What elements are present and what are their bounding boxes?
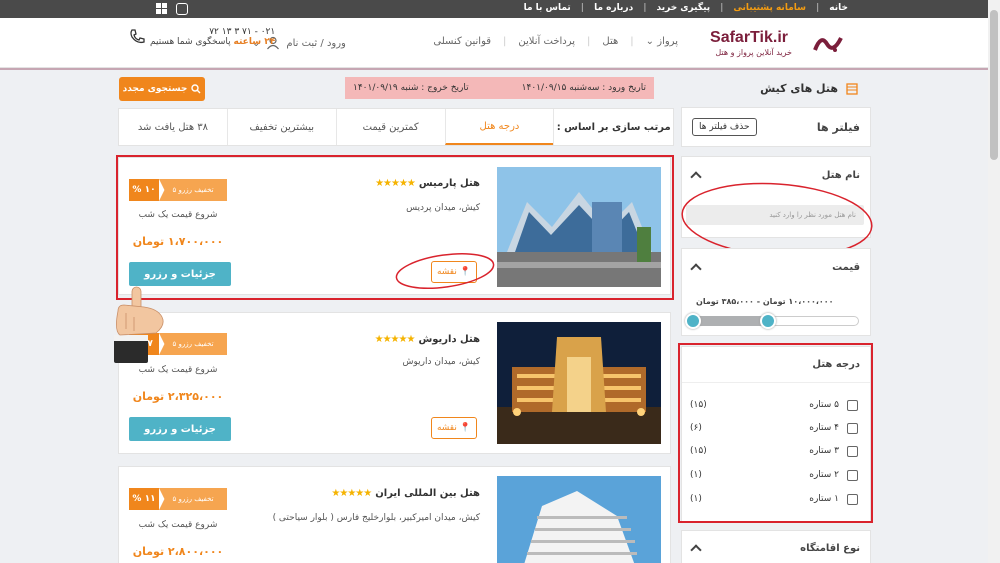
divider: | <box>587 36 591 47</box>
support-text: پاسخگوی شما هستیم <box>150 37 231 47</box>
hotel-photo[interactable] <box>497 322 661 444</box>
brand-subtitle: خرید آنلاین پرواز و هتل <box>715 48 792 57</box>
pointing-hand-icon <box>114 286 164 363</box>
page-title: هتل های کیش <box>760 82 858 95</box>
main-nav: پرواز ⌄ | هتل | پرداخت آنلاین | قوانین ک… <box>433 36 678 47</box>
research-button[interactable]: جستجوی مجدد <box>119 77 205 101</box>
top-link-contact[interactable]: تماس با ما <box>524 3 571 13</box>
checkin-date: تاریخ ورود : سه‌شنبه ۱۴۰۱/۰۹/۱۵ <box>521 83 646 93</box>
page-title-text: هتل های کیش <box>760 82 838 95</box>
windows-icon[interactable] <box>156 3 168 15</box>
nav-hotel[interactable]: هتل <box>602 36 618 47</box>
brand-title[interactable]: SafarTik.ir <box>710 29 788 47</box>
divider: | <box>580 3 585 13</box>
top-link-about[interactable]: درباره ما <box>594 3 633 13</box>
search-icon <box>191 84 201 94</box>
research-label: جستجوی مجدد <box>122 84 188 94</box>
hotel-price: ۲،۸۰۰،۰۰۰ تومان <box>132 545 224 558</box>
sort-label: مرتب سازی بر اساس : <box>553 109 673 145</box>
price-slider-handle-max[interactable] <box>760 313 776 329</box>
star-rating: ★★★★★ <box>331 488 372 499</box>
hotel-name[interactable]: هتل داریوش <box>418 334 480 345</box>
price-from-label: شروع قیمت یک شب <box>138 365 218 375</box>
clear-filters-button[interactable]: حذف فیلتر ها <box>692 118 757 136</box>
highlight-box-star-filter <box>678 343 873 523</box>
hand-drawn-circle-annotation <box>395 253 495 289</box>
hotel-card: هتل داریوش ★★★★★ کیش، میدان داریوش 📍 نقشه… <box>118 312 671 454</box>
chevron-up-icon[interactable] <box>690 263 702 275</box>
hotel-title[interactable]: هتل بین المللی ایران ★★★★★ <box>331 488 480 499</box>
discount-label: تخفیف رزرو ۵ <box>159 488 227 510</box>
hotel-building-icon <box>846 83 858 95</box>
checkout-date: تاریخ خروج : شنبه ۱۴۰۱/۰۹/۱۹ <box>353 83 469 93</box>
top-link-home[interactable]: خانه <box>829 3 848 13</box>
chevron-down-icon: ⌄ <box>645 36 655 47</box>
top-link-track[interactable]: پیگیری خرید <box>657 3 711 13</box>
top-link-support[interactable]: سامانه پشتیبانی <box>733 3 806 13</box>
instagram-icon[interactable] <box>176 3 188 15</box>
nav-cancellation[interactable]: قوانین کنسلی <box>433 36 491 47</box>
top-nav: خانه | سامانه پشتیبانی | پیگیری خرید | د… <box>524 3 848 13</box>
brand-logo-icon[interactable] <box>813 30 843 56</box>
divider: | <box>720 3 724 13</box>
hotel-price: ۲،۳۲۵،۰۰۰ تومان <box>132 390 224 403</box>
filters-title: فیلتر ها <box>816 120 860 134</box>
results-count: ۳۸ هتل یافت شد <box>137 121 209 133</box>
map-pin-icon: 📍 <box>459 423 472 433</box>
nav-online-payment[interactable]: پرداخت آنلاین <box>518 36 575 47</box>
scrollbar-thumb[interactable] <box>990 10 998 160</box>
price-slider-handle-min[interactable] <box>685 313 701 329</box>
discount-percent: ۱۱ % <box>129 488 159 510</box>
sort-option-most-discount[interactable]: بیشترین تخفیف <box>226 109 336 145</box>
divider: | <box>630 36 634 47</box>
search-dates: تاریخ ورود : سه‌شنبه ۱۴۰۱/۰۹/۱۵ تاریخ خر… <box>345 77 654 99</box>
hotel-photo[interactable] <box>497 476 661 563</box>
sort-option-lowest-price[interactable]: کمترین قیمت <box>335 109 445 145</box>
stay-type-filter-panel: نوع اقامتگاه <box>681 530 871 563</box>
hotel-title[interactable]: هتل داریوش ★★★★★ <box>375 334 480 345</box>
header-divider <box>0 68 988 70</box>
star-rating: ★★★★★ <box>374 334 416 345</box>
sort-option-star[interactable]: درجه هتل <box>444 109 554 145</box>
price-range-text: ۱۰،۰۰۰،۰۰۰ تومان - ۳۸۵،۰۰۰ تومان <box>696 297 834 306</box>
top-bar: خانه | سامانه پشتیبانی | پیگیری خرید | د… <box>0 0 988 18</box>
price-from-label: شروع قیمت یک شب <box>138 520 218 530</box>
hotel-location: کیش، میدان داریوش <box>402 357 480 367</box>
sort-bar: مرتب سازی بر اساس : درجه هتل کمترین قیمت… <box>118 108 674 146</box>
discount-badge: تخفیف رزرو ۵ ۱۱ % <box>129 488 227 510</box>
price-slider-range <box>692 316 768 326</box>
divider: | <box>643 3 647 13</box>
site-header: SafarTik.ir خرید آنلاین پرواز و هتل پروا… <box>0 18 988 68</box>
support-hours: ۲۴ ساعته <box>233 37 276 47</box>
login-label: ورود / ثبت نام <box>286 37 346 49</box>
phone-icon <box>130 29 145 44</box>
map-label: نقشه <box>436 423 457 433</box>
chevron-up-icon[interactable] <box>690 544 702 556</box>
divider: | <box>816 3 820 13</box>
support-phone[interactable]: ۰۲۱ - ۷۱ ۳ ۱۳ ۷۲ <box>150 27 275 37</box>
filters-header-panel: فیلتر ها حذف فیلتر ها <box>681 107 871 147</box>
details-reserve-button[interactable]: جزئیات و رزرو <box>129 417 231 441</box>
price-filter-title: قیمت <box>832 261 860 273</box>
support-info: ۰۲۱ - ۷۱ ۳ ۱۳ ۷۲ ۲۴ ساعته پاسخگوی شما هس… <box>150 27 275 47</box>
page-scrollbar[interactable] <box>988 0 1000 563</box>
hotel-name[interactable]: هتل بین المللی ایران <box>375 488 480 499</box>
stay-type-filter-title: نوع اقامتگاه <box>800 542 860 554</box>
hotel-card: هتل بین المللی ایران ★★★★★ کیش، میدان ام… <box>118 466 671 563</box>
nav-flight[interactable]: پرواز ⌄ <box>646 36 678 47</box>
hotel-location: کیش، میدان امیرکبیر، بلوارخلیج فارس ( بل… <box>272 513 480 523</box>
map-button[interactable]: 📍 نقشه <box>431 417 477 439</box>
divider: | <box>503 36 507 47</box>
